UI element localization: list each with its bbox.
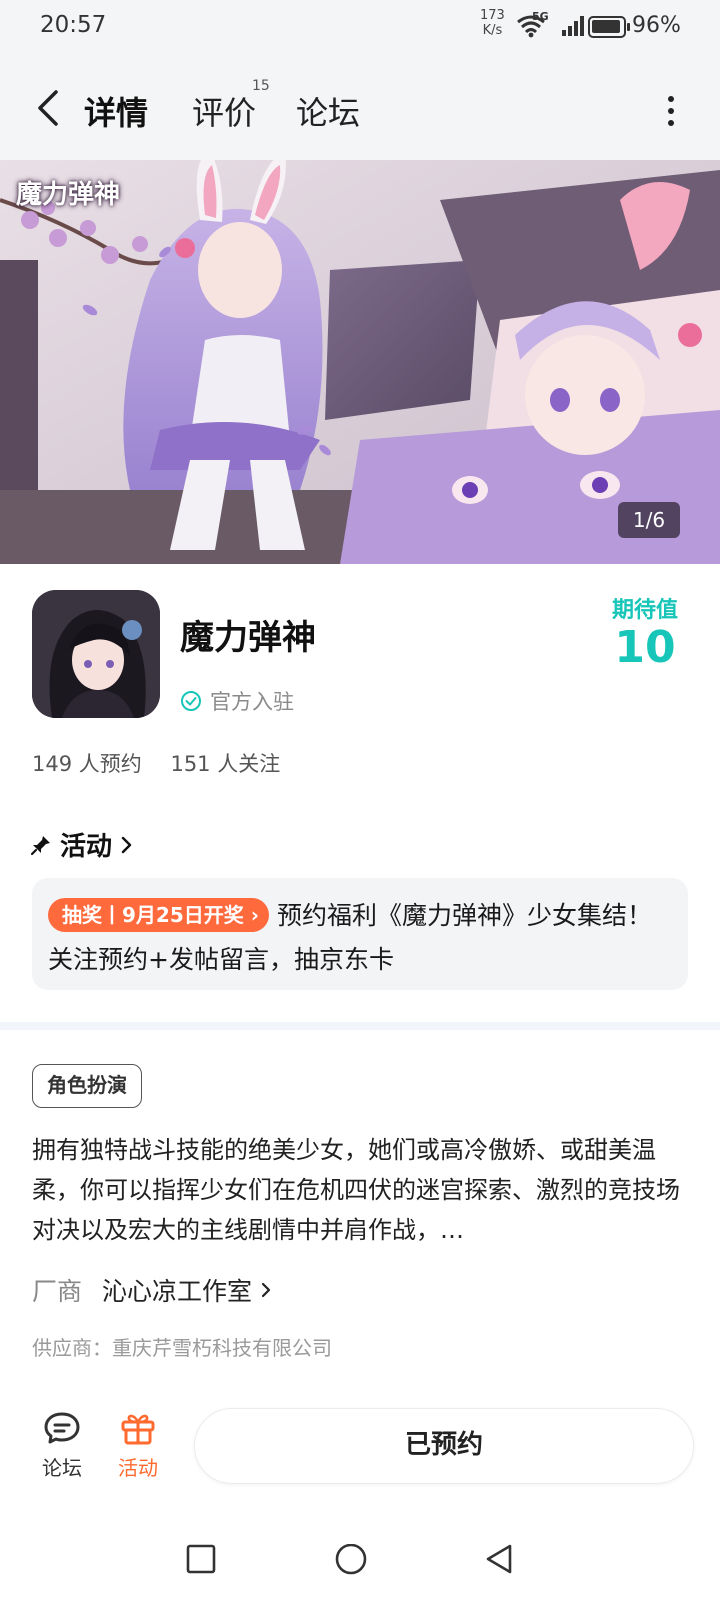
lottery-badge: 抽奖丨9月25日开奖 › — [48, 898, 269, 932]
supplier-info: 供应商：重庆芹雪朽科技有限公司 — [32, 1336, 332, 1360]
vendor-name: 沁心凉工作室 — [102, 1277, 253, 1306]
game-app-icon — [32, 590, 160, 718]
banner-page-counter: 1/6 — [618, 502, 680, 538]
network-type: 5G — [532, 10, 549, 23]
bottom-activity-button[interactable]: 活动 — [102, 1410, 174, 1481]
chevron-right-icon — [261, 1282, 271, 1298]
review-count-badge: 15 — [252, 78, 270, 94]
back-arrow-icon[interactable] — [30, 86, 70, 130]
official-verified-badge: 官方入驻 — [180, 686, 294, 716]
expectation-score: 期待值 10 — [600, 592, 690, 672]
vendor-row[interactable]: 厂商 沁心凉工作室 — [32, 1272, 276, 1308]
top-nav: 详情 评价 15 论坛 — [0, 56, 720, 160]
vendor-label: 厂商 — [32, 1277, 83, 1306]
gift-icon — [121, 1414, 155, 1445]
section-divider — [0, 1022, 720, 1030]
pin-icon — [30, 835, 50, 855]
tab-forum[interactable]: 论坛 — [296, 88, 360, 134]
system-nav-bar — [0, 1520, 720, 1612]
back-triangle-icon[interactable] — [484, 1544, 514, 1574]
battery-icon — [588, 16, 630, 38]
follower-count: 151 人关注 — [170, 752, 281, 776]
banner-carousel[interactable]: 魔力弹神 1/6 — [0, 160, 720, 564]
status-time: 20:57 — [40, 12, 107, 38]
banner-artwork — [0, 160, 720, 564]
banner-logo: 魔力弹神 — [16, 180, 121, 210]
bottom-forum-button[interactable]: 论坛 — [26, 1410, 98, 1481]
recent-apps-icon[interactable] — [186, 1544, 216, 1574]
game-title: 魔力弹神 — [180, 618, 316, 658]
check-circle-icon — [181, 691, 201, 711]
status-bar: 20:57 173 K/s 5G 96% — [0, 0, 720, 56]
game-stats: 149 人预约 151 人关注 — [32, 748, 280, 778]
activity-section-header[interactable]: 活动 — [30, 826, 134, 863]
tab-details[interactable]: 详情 — [82, 88, 151, 136]
reserved-button[interactable]: 已预约 — [194, 1408, 694, 1484]
chevron-right-icon — [121, 836, 132, 853]
game-detail-page: 20:57 173 K/s 5G 96% 详情 评价 15 论坛 魔力弹神 1/… — [0, 0, 720, 1612]
expectation-value: 10 — [614, 622, 676, 673]
more-options-icon[interactable] — [668, 96, 676, 126]
game-description[interactable]: 拥有独特战斗技能的绝美少女，她们或高冷傲娇、或甜美温柔，你可以指挥少女们在危机四… — [32, 1130, 692, 1250]
cellular-signal-icon — [562, 16, 584, 36]
home-icon[interactable] — [334, 1544, 368, 1578]
battery-percent: 96% — [632, 13, 681, 38]
expectation-label: 期待值 — [611, 598, 678, 623]
tab-reviews[interactable]: 评价 15 — [192, 78, 270, 134]
chat-bubble-icon — [44, 1412, 80, 1444]
net-speed: 173 K/s — [480, 8, 505, 38]
reservation-count: 149 人预约 — [32, 752, 142, 776]
activity-card[interactable]: 抽奖丨9月25日开奖 › 预约福利《魔力弹神》少女集结！关注预约+发帖留言，抽京东… — [32, 878, 688, 990]
genre-tag[interactable]: 角色扮演 — [32, 1064, 142, 1108]
